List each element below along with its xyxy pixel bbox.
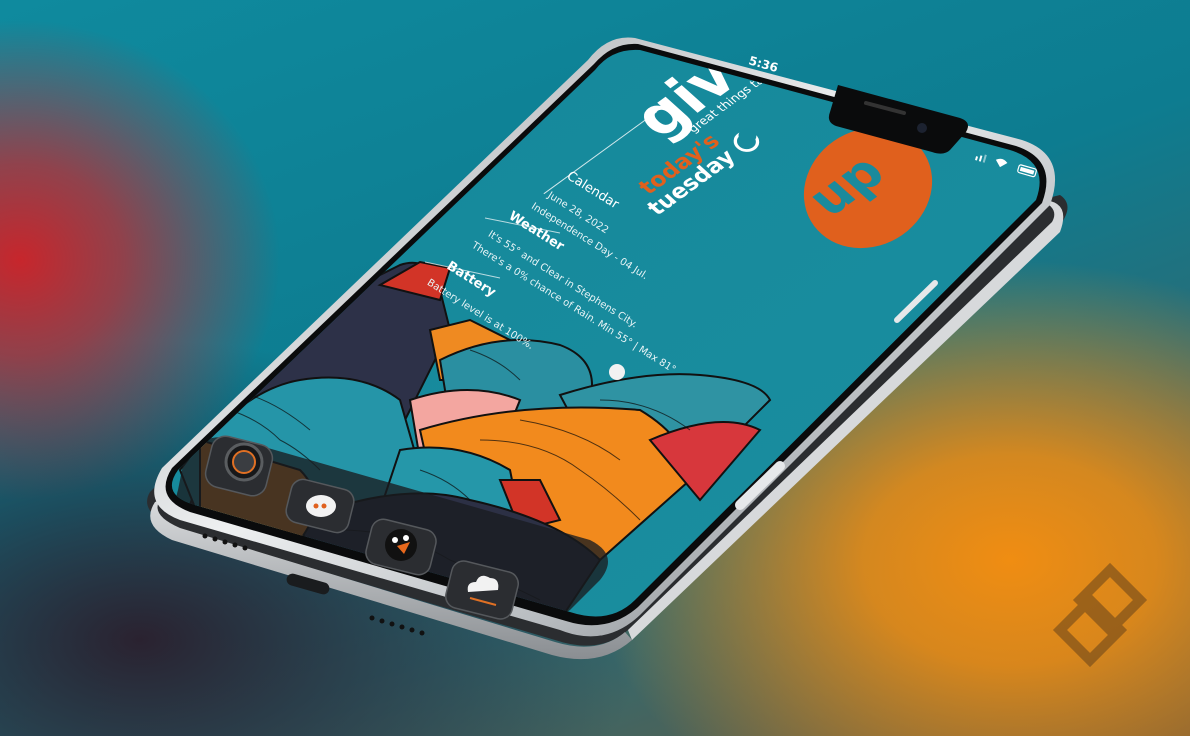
never-text: never: [677, 0, 754, 59]
messages-icon: [306, 495, 336, 517]
front-camera: [917, 123, 927, 133]
moon-dot: [609, 364, 625, 380]
brand-logo: [1052, 562, 1148, 668]
bottom-speaker-right: [369, 615, 425, 636]
phone-mockup: give never great things take time! today…: [147, 0, 1148, 668]
scene: give never great things take time! today…: [0, 0, 1190, 736]
